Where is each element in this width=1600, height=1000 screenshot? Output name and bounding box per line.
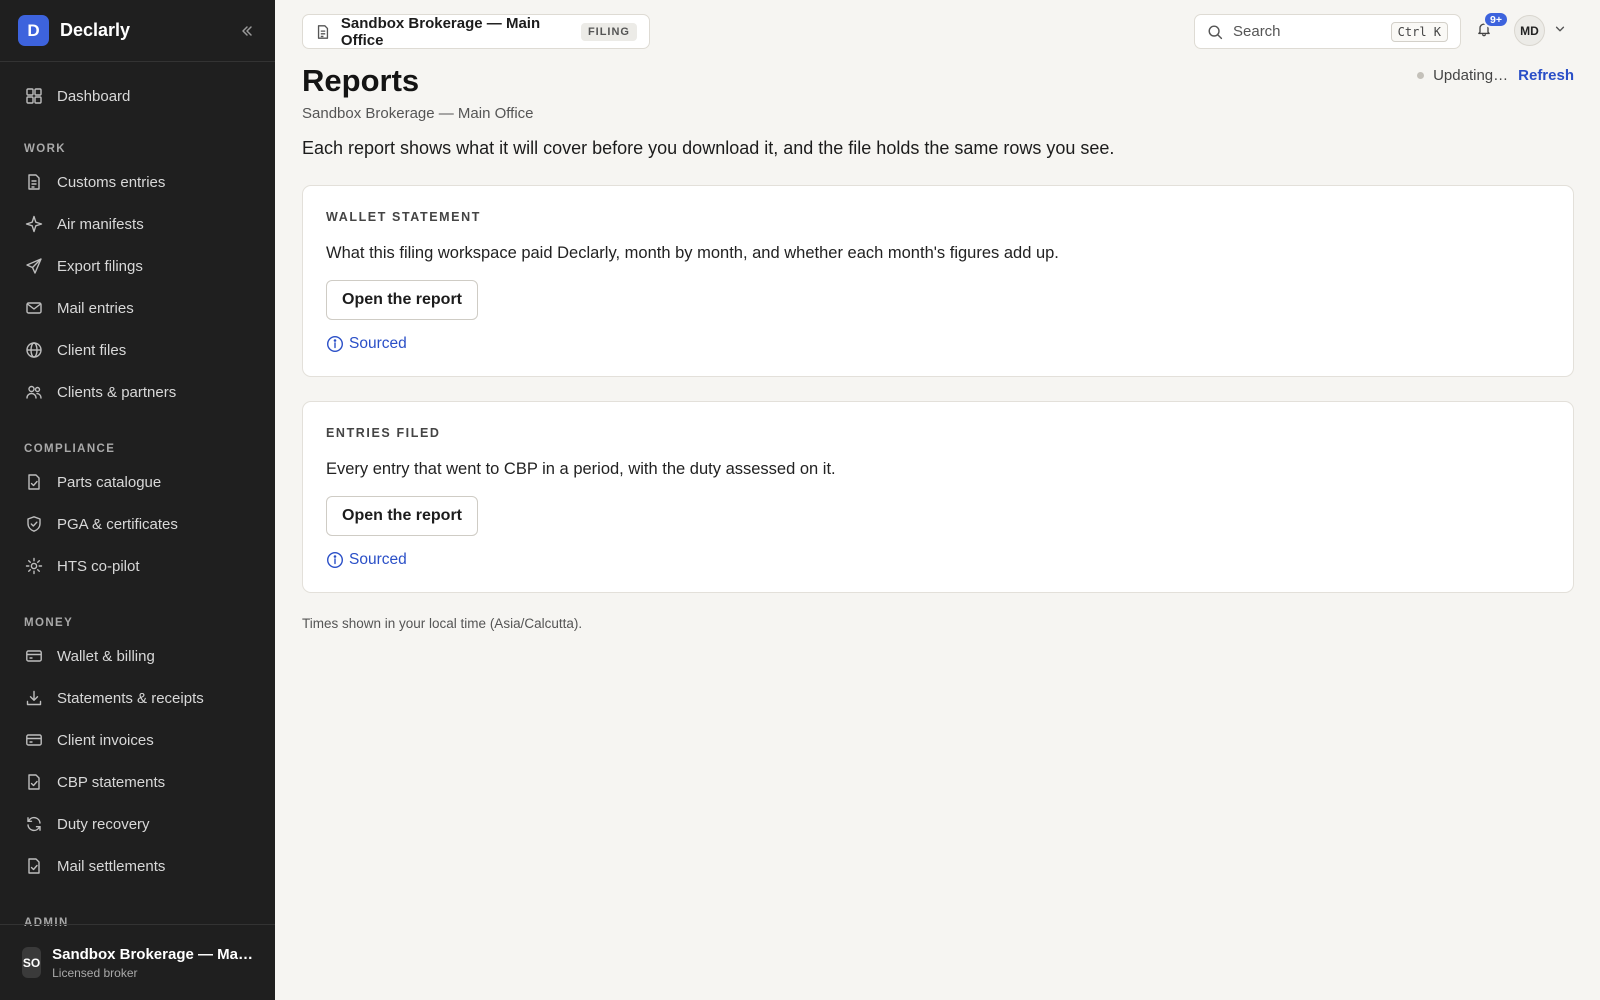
collapse-sidebar-icon[interactable]	[237, 21, 257, 41]
search-shortcut: Ctrl K	[1390, 21, 1448, 42]
workspace-switcher[interactable]: Sandbox Brokerage — Main Office FILING	[302, 14, 650, 49]
sidebar-item-label: Export filings	[57, 257, 143, 275]
org-switcher[interactable]: SO Sandbox Brokerage — Ma… Licensed brok…	[0, 924, 275, 1000]
file-check-icon	[24, 856, 44, 876]
page-subtitle: Sandbox Brokerage — Main Office	[302, 105, 534, 122]
sidebar-item-label: Dashboard	[57, 87, 131, 105]
mail-icon	[24, 298, 44, 318]
refresh-icon	[24, 814, 44, 834]
timezone-note: Times shown in your local time (Asia/Cal…	[302, 616, 583, 631]
sidebar-item-label: Air manifests	[57, 215, 144, 233]
user-avatar[interactable]: MD	[1514, 15, 1545, 46]
sidebar-item-label: Mail entries	[57, 299, 134, 317]
sourced-label: Sourced	[349, 551, 407, 568]
status-dot	[1417, 72, 1425, 79]
sidebar-item-cbp-statements[interactable]: CBP statements	[0, 761, 275, 803]
notifications-badge: 9+	[1483, 11, 1509, 28]
sidebar-item-mail-entries[interactable]: Mail entries	[0, 287, 275, 329]
sidebar-item-statements-receipts[interactable]: Statements & receipts	[0, 677, 275, 719]
sidebar-item-mail-settlements[interactable]: Mail settlements	[0, 845, 275, 887]
sidebar-item-air-manifests[interactable]: Air manifests	[0, 203, 275, 245]
report-eyebrow: ENTRIES FILED	[326, 426, 441, 440]
org-info: Sandbox Brokerage — Ma… Licensed broker	[52, 946, 253, 980]
sidebar-item-label: Duty recovery	[57, 815, 150, 833]
sidebar-item-customs-entries[interactable]: Customs entries	[0, 161, 275, 203]
send-icon	[24, 256, 44, 276]
search-input[interactable]: Search Ctrl K	[1194, 14, 1461, 49]
sidebar-item-label: Mail settlements	[57, 857, 166, 875]
sidebar-item-dashboard[interactable]: Dashboard	[0, 75, 275, 117]
sidebar-item-label: CBP statements	[57, 773, 166, 791]
refresh-status: Updating… Refresh	[1417, 67, 1574, 84]
sun-icon	[24, 556, 44, 576]
sparkle-icon	[24, 214, 44, 234]
info-icon	[326, 335, 344, 353]
grid-icon	[24, 86, 44, 106]
open-report-button[interactable]: Open the report	[326, 496, 479, 536]
open-report-button[interactable]: Open the report	[326, 280, 479, 320]
sidebar-item-export-filings[interactable]: Export filings	[0, 245, 275, 287]
page-intro: Each report shows what it will cover bef…	[302, 138, 1115, 158]
sidebar-item-duty-recovery[interactable]: Duty recovery	[0, 803, 275, 845]
card-icon	[24, 646, 44, 666]
sidebar-item-label: Parts catalogue	[57, 473, 162, 491]
info-icon	[326, 551, 344, 569]
sidebar-item-label: Customs entries	[57, 173, 166, 191]
app-name: Declarly	[60, 20, 131, 40]
brand-header: D Declarly	[0, 0, 275, 62]
nav-section-money: MONEY	[24, 617, 74, 629]
card-icon	[24, 730, 44, 750]
globe-icon	[24, 340, 44, 360]
sidebar-item-label: Clients & partners	[57, 383, 177, 401]
sidebar-item-label: PGA & certificates	[57, 515, 178, 533]
org-role: Licensed broker	[52, 965, 138, 980]
workspace-name: Sandbox Brokerage — Main Office	[340, 14, 541, 49]
sourced-link[interactable]: Sourced	[326, 335, 407, 353]
sidebar-item-label: Wallet & billing	[57, 647, 155, 665]
org-name: Sandbox Brokerage — Ma…	[52, 945, 253, 963]
sidebar-item-clients-partners[interactable]: Clients & partners	[0, 371, 275, 413]
app-logo[interactable]: D	[18, 15, 49, 46]
sidebar-item-client-invoices[interactable]: Client invoices	[0, 719, 275, 761]
sidebar: D Declarly Dashboard WORK Customs entrie…	[0, 0, 275, 1000]
sidebar-item-label: Client invoices	[57, 731, 154, 749]
sourced-link[interactable]: Sourced	[326, 551, 407, 569]
search-placeholder: Search	[1233, 23, 1281, 40]
file-check-icon	[24, 772, 44, 792]
users-icon	[24, 382, 44, 402]
sourced-label: Sourced	[349, 335, 407, 352]
search-icon	[1207, 23, 1225, 41]
sidebar-item-label: Client files	[57, 341, 127, 359]
report-card-entries-filed: ENTRIES FILED Every entry that went to C…	[302, 401, 1574, 593]
sidebar-item-client-files[interactable]: Client files	[0, 329, 275, 371]
shield-check-icon	[24, 514, 44, 534]
sidebar-item-parts-catalogue[interactable]: Parts catalogue	[0, 461, 275, 503]
refresh-link[interactable]: Refresh	[1518, 67, 1574, 84]
sidebar-item-label: HTS co-pilot	[57, 557, 140, 575]
report-description: What this filing workspace paid Declarly…	[326, 244, 1059, 262]
document-icon	[24, 172, 44, 192]
download-icon	[24, 688, 44, 708]
sidebar-item-hts-co-pilot[interactable]: HTS co-pilot	[0, 545, 275, 587]
workspace-badge: FILING	[580, 22, 637, 41]
org-avatar: SO	[22, 947, 42, 978]
sidebar-item-wallet-billing[interactable]: Wallet & billing	[0, 635, 275, 677]
sidebar-item-label: Statements & receipts	[57, 689, 204, 707]
document-icon	[315, 23, 332, 41]
chevron-down-icon[interactable]	[1554, 22, 1568, 36]
status-text: Updating…	[1433, 67, 1509, 84]
report-card-wallet-statement: WALLET STATEMENT What this filing worksp…	[302, 185, 1574, 377]
nav-section-compliance: COMPLIANCE	[24, 443, 116, 455]
page-title: Reports	[302, 63, 420, 98]
nav-section-work: WORK	[24, 143, 67, 155]
sidebar-item-pga-certificates[interactable]: PGA & certificates	[0, 503, 275, 545]
report-description: Every entry that went to CBP in a period…	[326, 460, 836, 478]
sidebar-nav: Dashboard WORK Customs entries Air manif…	[0, 62, 275, 930]
file-check-icon	[24, 472, 44, 492]
report-eyebrow: WALLET STATEMENT	[326, 210, 481, 224]
